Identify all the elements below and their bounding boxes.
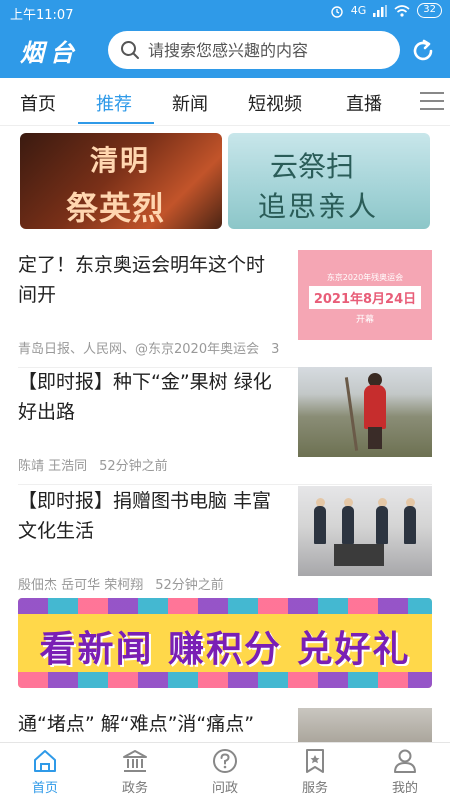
news-thumbnail: 东京2020年残奥运会 2021年8月24日 开幕 — [298, 250, 432, 340]
active-tab-indicator — [78, 122, 154, 124]
banner-subtitle: 追思亲人 — [258, 190, 379, 223]
nav-label: 政务 — [121, 781, 148, 796]
status-icons: 4G 32 — [330, 3, 442, 18]
banner-subtitle: 祭英烈 — [66, 189, 166, 227]
promo-text: 看新闻 赚积分 兑好礼 — [39, 629, 411, 670]
news-item[interactable]: 【即时报】种下“金”果树 绿化好出路 陈靖 王浩同 52分钟之前 — [18, 367, 432, 485]
service-icon — [306, 749, 324, 773]
nav-mine[interactable]: 我的 — [375, 747, 435, 796]
news-author: 陈靖 王浩同 — [18, 459, 88, 474]
banner-decoration — [18, 598, 432, 614]
nav-label: 我的 — [391, 781, 418, 796]
refresh-icon[interactable] — [410, 38, 436, 64]
news-thumbnail — [298, 486, 432, 576]
news-meta: 殷佃杰 岳可华 荣柯翔 52分钟之前 — [18, 574, 292, 593]
banner-cloud-memorial[interactable]: 云祭扫 追思亲人 — [228, 133, 430, 229]
tree-trunk — [344, 377, 359, 451]
news-meta: 陈靖 王浩同 52分钟之前 — [18, 455, 292, 474]
channel-menu-icon[interactable] — [420, 92, 444, 112]
person-figure — [376, 506, 388, 544]
points-promo-banner[interactable]: 看新闻 赚积分 兑好礼 — [18, 598, 432, 688]
tab-home[interactable]: 首页 — [20, 90, 56, 116]
person-figure — [364, 385, 386, 429]
tab-recommend[interactable]: 推荐 — [96, 90, 132, 116]
news-item[interactable]: 定了！东京奥运会明年这个时间开 青岛日报、人民网、@东京2020年奥运会 3 东京… — [18, 250, 432, 368]
news-title: 定了！东京奥运会明年这个时间开 — [18, 254, 266, 306]
banner-qingming[interactable]: 清明 祭英烈 — [20, 133, 222, 229]
thumb-caption: 东京2020年残奥运会 — [326, 273, 404, 282]
banner-decoration — [18, 672, 432, 688]
question-icon — [213, 749, 237, 773]
thumb-open: 开幕 — [355, 315, 374, 325]
home-icon — [34, 750, 56, 772]
news-title: 【即时报】捐赠图书电脑 丰富文化生活 — [18, 490, 272, 542]
person-figure — [314, 506, 326, 544]
search-input[interactable] — [148, 40, 388, 60]
computer-box — [334, 544, 384, 566]
nav-home[interactable]: 首页 — [15, 747, 75, 796]
person-figure — [404, 506, 416, 544]
news-thumbnail — [298, 367, 432, 457]
wifi-icon — [394, 4, 410, 17]
person-legs — [368, 427, 382, 449]
banner-title: 清明 — [90, 144, 151, 177]
search-bar[interactable] — [108, 31, 400, 69]
user-icon — [394, 749, 416, 773]
nav-label: 首页 — [31, 781, 58, 796]
bottom-navigation: 首页 政务 问政 服务 我的 — [0, 742, 450, 800]
news-item[interactable]: 【即时报】捐赠图书电脑 丰富文化生活 殷佃杰 岳可华 荣柯翔 52分钟之前 — [18, 486, 432, 604]
tab-news[interactable]: 新闻 — [172, 90, 208, 116]
news-title: 【即时报】种下“金”果树 绿化好出路 — [18, 371, 272, 423]
signal-icon — [373, 4, 388, 17]
status-bar: 上午11:07 4G 32 — [0, 0, 450, 24]
news-time: 3 — [271, 342, 280, 357]
nav-label: 问政 — [211, 781, 238, 796]
person-figure — [342, 506, 354, 544]
tab-short-video[interactable]: 短视频 — [248, 90, 302, 116]
news-time: 52分钟之前 — [99, 459, 168, 474]
news-time: 52分钟之前 — [155, 578, 224, 593]
status-time: 上午11:07 — [10, 8, 74, 23]
channel-tabs: 首页 推荐 新闻 短视频 直播 — [0, 78, 450, 126]
news-meta: 青岛日报、人民网、@东京2020年奥运会 3 — [18, 338, 292, 357]
nav-government[interactable]: 政务 — [105, 747, 165, 796]
network-type: 4G — [350, 4, 367, 17]
alarm-icon — [331, 5, 343, 18]
nav-service[interactable]: 服务 — [285, 747, 345, 796]
news-source: 青岛日报、人民网、@东京2020年奥运会 — [18, 342, 260, 357]
news-author: 殷佃杰 岳可华 荣柯翔 — [18, 578, 144, 593]
app-logo[interactable]: 烟台 — [20, 33, 80, 68]
battery-indicator: 32 — [417, 3, 442, 18]
thumb-date: 2021年8月24日 — [308, 286, 422, 309]
search-icon — [121, 41, 139, 59]
nav-inquiry[interactable]: 问政 — [195, 747, 255, 796]
tab-live[interactable]: 直播 — [346, 90, 382, 116]
nav-label: 服务 — [301, 781, 328, 796]
news-thumbnail — [298, 708, 432, 744]
banner-title: 云祭扫 — [270, 150, 355, 183]
government-icon — [123, 750, 147, 772]
news-title[interactable]: 通“堵点” 解“难点”消“痛点” — [18, 709, 254, 736]
